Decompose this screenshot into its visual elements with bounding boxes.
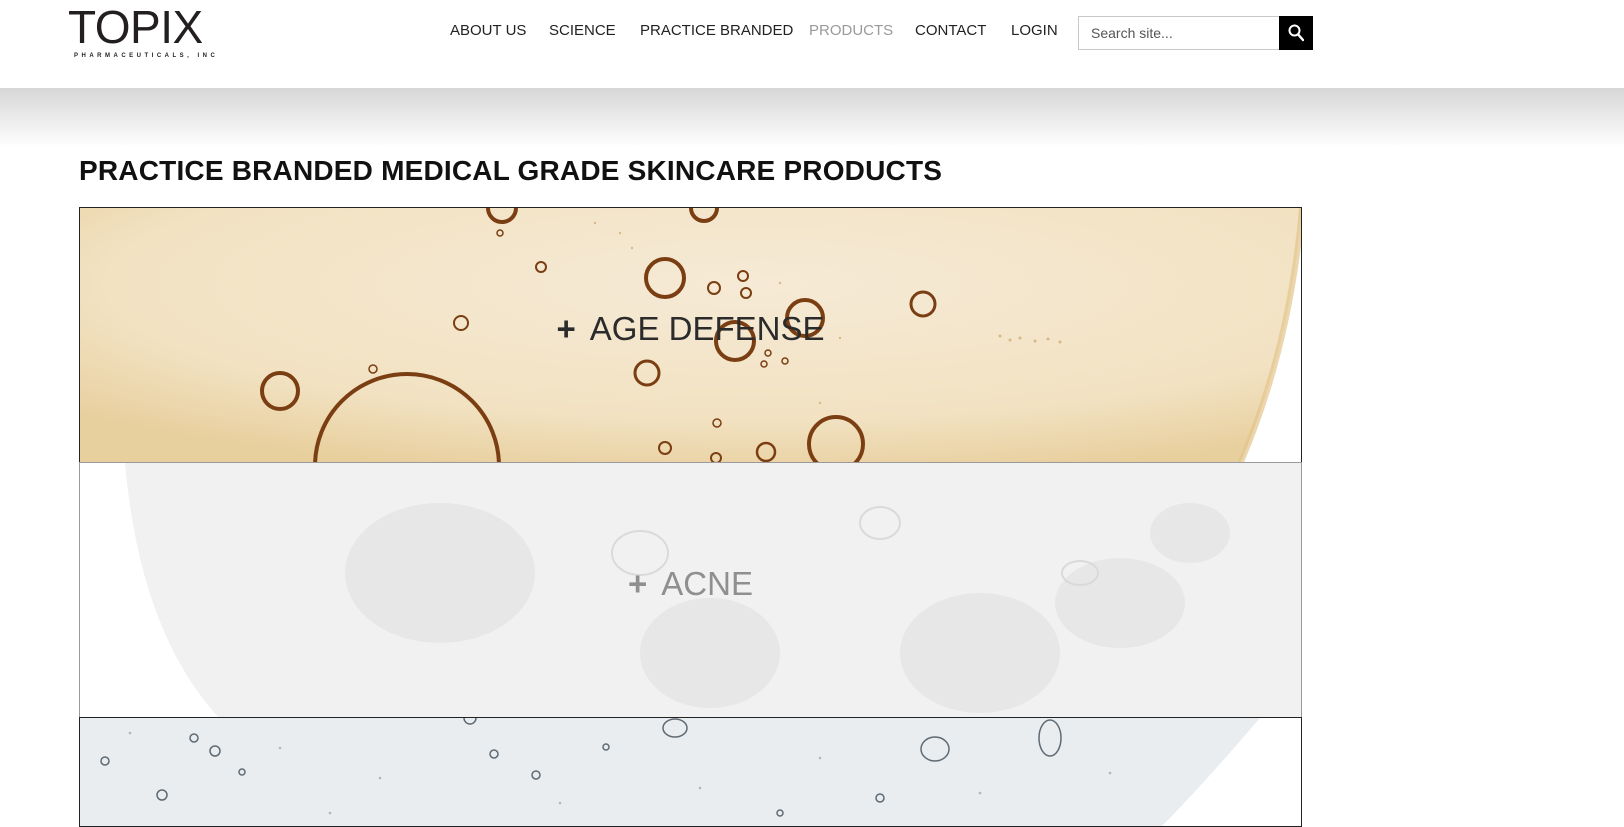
nav-products[interactable]: PRODUCTS — [809, 22, 893, 39]
category-title: AGE DEFENSE — [589, 310, 825, 347]
search-input[interactable] — [1079, 18, 1271, 48]
search-button[interactable] — [1279, 16, 1313, 50]
topix-logo[interactable]: TOPIX PHARMACEUTICALS, INC — [68, 1, 215, 62]
nav-login[interactable]: LOGIN — [1011, 22, 1058, 39]
category-title: ACNE — [661, 565, 753, 602]
category-acne[interactable]: + ACNE — [79, 462, 1302, 718]
expand-plus-icon: + — [628, 565, 648, 602]
logo-wordmark: TOPIX — [68, 1, 203, 53]
nav-practice-branded[interactable]: PRACTICE BRANDED — [640, 22, 793, 39]
nav-about-us[interactable]: ABOUT US — [450, 22, 526, 39]
logo-subtitle: PHARMACEUTICALS, INC — [74, 53, 219, 59]
nav-science[interactable]: SCIENCE — [549, 22, 616, 39]
water-droplets-image — [80, 718, 1301, 826]
search-icon — [1288, 24, 1304, 42]
header-shadow — [0, 88, 1624, 148]
expand-plus-icon: + — [556, 310, 576, 347]
site-header: TOPIX PHARMACEUTICALS, INC ABOUT US SCIE… — [0, 0, 1624, 88]
category-label-acne: + ACNE — [80, 565, 1301, 603]
nav-contact[interactable]: CONTACT — [915, 22, 986, 39]
category-label-age-defense: + AGE DEFENSE — [80, 310, 1301, 348]
category-age-defense[interactable]: + AGE DEFENSE — [79, 207, 1302, 463]
page-title: PRACTICE BRANDED MEDICAL GRADE SKINCARE … — [79, 154, 943, 186]
category-panel-3[interactable] — [79, 717, 1302, 827]
search-field — [1078, 16, 1280, 50]
